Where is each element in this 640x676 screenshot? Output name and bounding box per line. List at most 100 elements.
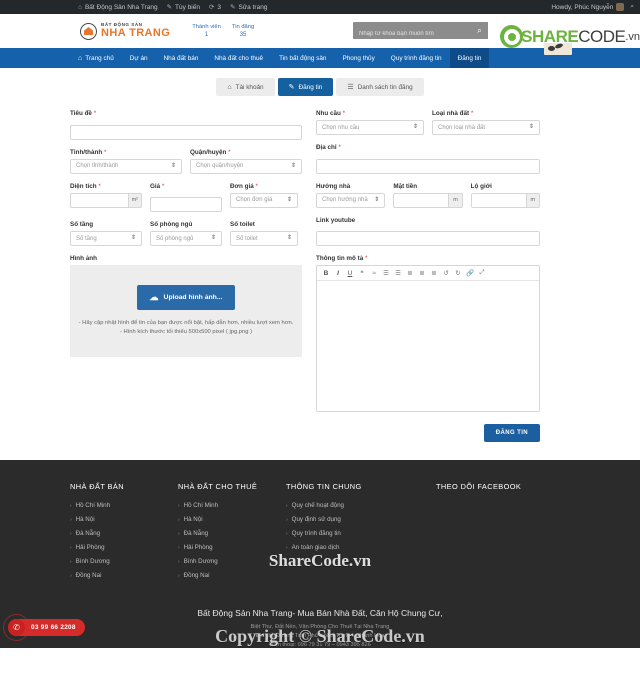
footer-link[interactable]: › Hà Nội <box>178 516 286 523</box>
footer-link[interactable]: › Quy chế hoạt động <box>286 502 436 509</box>
field-bedrooms: Số phòng ngủ Số phòng ngủ ⇕ <box>150 221 222 246</box>
align-left-icon[interactable]: ≣ <box>404 267 416 280</box>
footer-link[interactable]: › Hồ Chí Minh <box>178 502 286 509</box>
nav-item-trang-chu[interactable]: ⌂ Trang chủ <box>70 48 122 68</box>
italic-icon[interactable]: I <box>332 267 344 280</box>
adminbar-my-account[interactable]: Howdy, Phúc Nguyễn <box>551 3 625 11</box>
avatar <box>616 3 625 11</box>
chevron-right-icon: › <box>178 558 180 565</box>
road-width-input[interactable] <box>470 192 527 208</box>
footer-link[interactable]: › Hải Phòng <box>70 544 178 551</box>
underline-icon[interactable]: U <box>344 267 356 280</box>
search-icon[interactable]: ⌕ <box>630 3 634 11</box>
fullscreen-icon[interactable]: ⤢ <box>476 267 488 280</box>
bedrooms-select[interactable]: Số phòng ngủ ⇕ <box>150 231 222 246</box>
chevron-right-icon: › <box>70 558 72 565</box>
nav-item-phong-thuy[interactable]: Phong thủy <box>334 48 382 68</box>
header-search[interactable]: ⌕ <box>353 22 488 43</box>
align-center-icon[interactable]: ≣ <box>416 267 428 280</box>
address-input[interactable] <box>316 158 540 174</box>
adminbar-site-link[interactable]: ⌂ Bất Động Sản Nha Trang <box>78 4 158 11</box>
unordered-list-icon[interactable]: ☰ <box>392 267 404 280</box>
chevron-right-icon: › <box>70 572 72 579</box>
footer-column-nha-dat-cho-thue: NHÀ ĐẤT CHO THUÊ › Hồ Chí Minh › Hà Nội › Đ… <box>178 482 286 586</box>
field-property-type: Loại nhà đất * Chọn loại nhà đất ⇕ <box>432 110 540 135</box>
tab-tai-khoan[interactable]: ⌂ Tài khoản <box>216 78 275 96</box>
chevron-right-icon: › <box>178 502 180 509</box>
blockquote-icon[interactable]: ❝ <box>356 267 368 280</box>
required-marker: * <box>364 255 368 262</box>
nav-item-nha-dat-ban[interactable]: Nhà đất bán <box>156 48 207 68</box>
nav-item-dang-tin[interactable]: Đăng tin <box>449 48 490 68</box>
footer-link[interactable]: › Bình Dương <box>178 558 286 565</box>
unit-price-select[interactable]: Chọn đơn giá ⇕ <box>230 192 298 208</box>
direction-select[interactable]: Chọn hướng nhà ⇕ <box>316 192 386 208</box>
submit-listing-button[interactable]: ĐĂNG TIN <box>483 424 540 442</box>
demand-select-value: Chọn nhu cầu <box>322 124 360 131</box>
footer-link[interactable]: › Hải Phòng <box>178 544 286 551</box>
phone-number-label: 03 99 66 2208 <box>31 624 76 631</box>
youtube-input[interactable] <box>316 231 540 246</box>
footer-link[interactable]: › Đồng Nai <box>178 572 286 579</box>
undo-icon[interactable]: ↺ <box>440 267 452 280</box>
footer-link[interactable]: › Đà Nẵng <box>178 530 286 537</box>
stat-listings-value: 35 <box>239 32 247 38</box>
footer-link[interactable]: › Bình Dương <box>70 558 178 565</box>
bold-icon[interactable]: B <box>320 267 332 280</box>
adminbar-updates-link[interactable]: ⟳ 3 <box>208 3 221 12</box>
province-select[interactable]: Chọn tỉnh/thành ⇕ <box>70 158 182 174</box>
nav-item-tin-bat-dong-san[interactable]: Tin bất động sản <box>271 48 334 68</box>
title-input[interactable] <box>70 124 302 140</box>
floating-phone-button[interactable]: ✆ 03 99 66 2208 <box>3 614 85 641</box>
demand-select[interactable]: Chọn nhu cầu ⇕ <box>316 120 424 135</box>
redo-icon[interactable]: ↻ <box>452 267 464 280</box>
refresh-icon: ⟳ <box>208 4 215 11</box>
floors-select[interactable]: Số tầng ⇕ <box>70 231 142 246</box>
search-button[interactable]: ⌕ <box>471 22 488 39</box>
tab-danh-sach-tin-dang[interactable]: ☰ Danh sách tin đăng <box>336 78 424 96</box>
tab-dang-tin[interactable]: ✎ Đăng tin <box>277 78 334 96</box>
frontage-input[interactable] <box>393 192 450 208</box>
property-type-select[interactable]: Chọn loại nhà đất ⇕ <box>432 120 540 135</box>
footer-phone: Điện thoại: 096 79 31 79 – 0943 395 826 <box>269 642 371 648</box>
price-input[interactable] <box>150 197 222 212</box>
area-input[interactable] <box>70 192 129 208</box>
form-left-column: Tiêu đề * Tỉnh/thành * Chọn tỉnh/thành ⇕ <box>70 110 302 442</box>
required-marker: * <box>338 144 341 151</box>
toilets-select[interactable]: Số toilet ⇕ <box>230 231 298 246</box>
chevron-right-icon: › <box>178 544 180 551</box>
footer-link[interactable]: › Quy trình đăng tin <box>286 530 436 537</box>
footer-link[interactable]: › Hà Nội <box>70 516 178 523</box>
adminbar-customize-link[interactable]: ✎ Tùy biến <box>167 3 200 12</box>
search-input[interactable] <box>353 25 488 43</box>
district-select[interactable]: Chọn quận/huyện ⇕ <box>190 158 302 174</box>
footer-link[interactable]: › Đồng Nai <box>70 572 178 579</box>
link-icon[interactable]: 🔗 <box>464 267 476 280</box>
adminbar-customize-label: Tùy biến <box>175 3 200 11</box>
image-upload-area[interactable]: ☁ Upload hình ảnh... - Hãy cập nhật hình… <box>70 265 302 357</box>
chevron-updown-icon: ⇕ <box>170 162 176 169</box>
footer-link[interactable]: › Hồ Chí Minh <box>70 502 178 509</box>
nav-item-du-an[interactable]: Dự án <box>122 48 156 68</box>
field-road-width-label: Lộ giới <box>470 182 492 190</box>
chevron-right-icon: › <box>286 544 288 551</box>
pencil-icon: ✎ <box>288 84 295 91</box>
align-right-icon[interactable]: ≣ <box>428 267 440 280</box>
nav-item-label: Nhà đất bán <box>163 54 199 62</box>
nav-item-label: Đăng tin <box>457 54 482 62</box>
adminbar-edit-page-link[interactable]: ✎ Sửa trang <box>230 3 267 12</box>
footer-link[interactable]: › Quy định sử dụng <box>286 516 436 523</box>
upload-image-button[interactable]: ☁ Upload hình ảnh... <box>136 285 236 311</box>
footer-link[interactable]: › An toàn giao dịch <box>286 544 436 551</box>
site-logo[interactable]: BẤT ĐỘNG SẢN NHA TRANG <box>80 22 170 40</box>
submit-row: ĐĂNG TIN <box>316 424 540 442</box>
direction-select-value: Chọn hướng nhà <box>322 197 368 203</box>
chevron-right-icon: › <box>70 544 72 551</box>
ordered-list-icon[interactable]: ☰ <box>380 267 392 280</box>
footer-link[interactable]: › Đà Nẵng <box>70 530 178 537</box>
nav-item-quy-trinh-dang-tin[interactable]: Quy trình đăng tin <box>383 48 450 68</box>
description-textarea[interactable] <box>317 281 539 411</box>
nav-item-nha-dat-cho-thue[interactable]: Nhà đất cho thuê <box>206 48 271 68</box>
strikethrough-icon[interactable]: ≈ <box>368 267 380 280</box>
sharecode-vn-text: .vn <box>625 30 640 43</box>
